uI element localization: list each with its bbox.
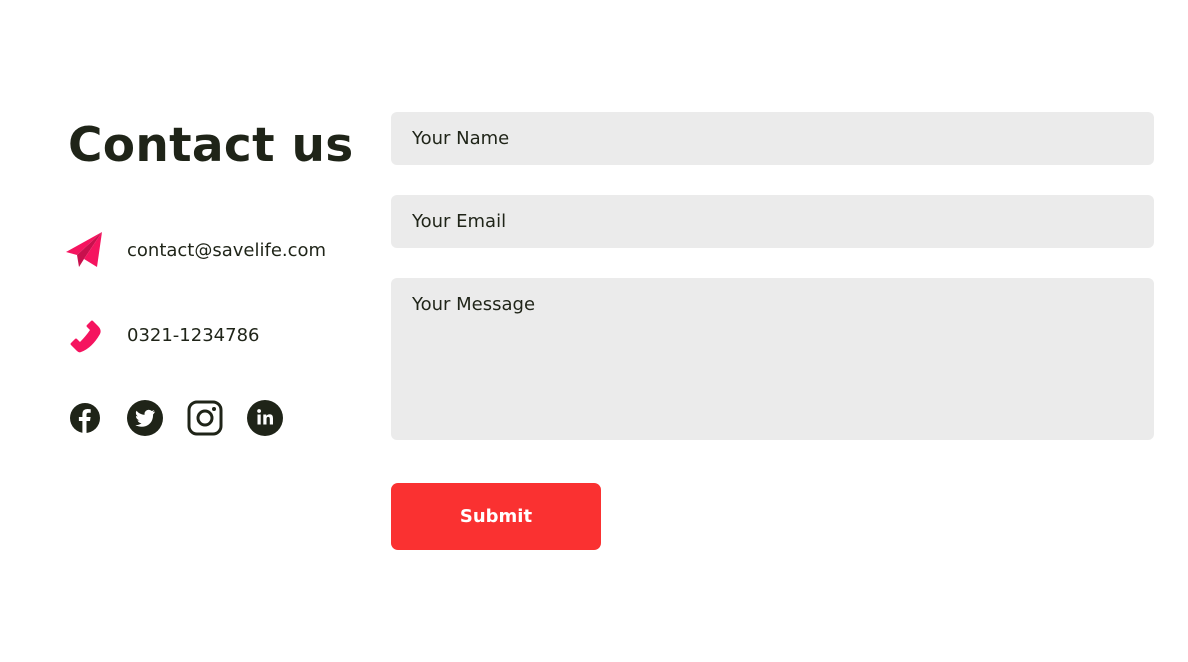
paper-plane-icon — [64, 231, 104, 269]
contact-phone[interactable]: 0321-1234786 — [127, 325, 259, 346]
email-input[interactable] — [391, 195, 1154, 248]
linkedin-icon[interactable] — [247, 400, 283, 436]
contact-phone-row: 0321-1234786 — [64, 316, 259, 354]
facebook-icon[interactable] — [67, 400, 103, 436]
contact-email-row: contact@savelife.com — [64, 231, 326, 269]
social-links — [67, 400, 283, 436]
message-textarea[interactable] — [391, 278, 1154, 440]
submit-button[interactable]: Submit — [391, 483, 601, 550]
twitter-icon[interactable] — [127, 400, 163, 436]
page-title: Contact us — [68, 118, 354, 173]
instagram-icon[interactable] — [187, 400, 223, 436]
name-input[interactable] — [391, 112, 1154, 165]
phone-icon — [64, 316, 104, 354]
contact-email[interactable]: contact@savelife.com — [127, 240, 326, 261]
